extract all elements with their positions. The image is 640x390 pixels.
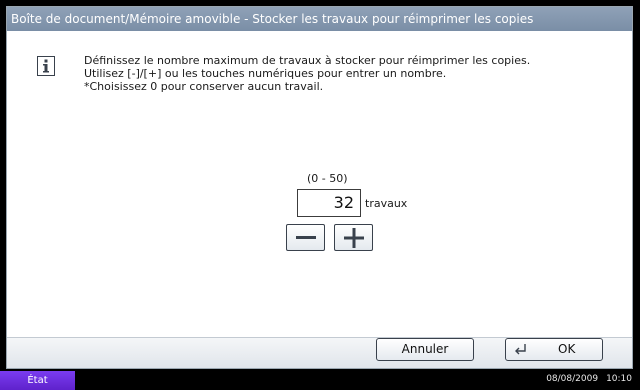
instruction-line: Utilisez [-]/[+] ou les touches numériqu… (84, 67, 447, 80)
minus-icon (295, 235, 316, 239)
cancel-button[interactable]: Annuler (376, 338, 474, 361)
enter-icon (515, 344, 526, 355)
ok-button[interactable]: OK (505, 338, 603, 361)
status-bar (0, 370, 640, 390)
screen: Boîte de document/Mémoire amovible - Sto… (0, 0, 640, 390)
settings-panel: Boîte de document/Mémoire amovible - Sto… (6, 6, 633, 369)
decrement-button[interactable] (286, 224, 325, 251)
instruction-text: Définissez le nombre maximum de travaux … (84, 54, 530, 93)
increment-button[interactable] (334, 224, 373, 251)
plus-icon (343, 227, 364, 248)
job-count-field[interactable]: 32 (297, 189, 361, 217)
unit-label: travaux (365, 197, 408, 210)
date-time: 08/08/2009 10:10 (546, 374, 632, 384)
status-button[interactable]: État (0, 371, 75, 390)
title-bar: Boîte de document/Mémoire amovible - Sto… (7, 7, 632, 31)
instruction-line: Définissez le nombre maximum de travaux … (84, 54, 531, 67)
info-icon (37, 56, 55, 76)
time-label: 10:10 (606, 374, 632, 384)
date-label: 08/08/2009 (546, 374, 599, 384)
range-label: (0 - 50) (307, 172, 348, 185)
ok-label: OK (558, 342, 576, 356)
instruction-line: *Choisissez 0 pour conserver aucun trava… (84, 80, 324, 93)
